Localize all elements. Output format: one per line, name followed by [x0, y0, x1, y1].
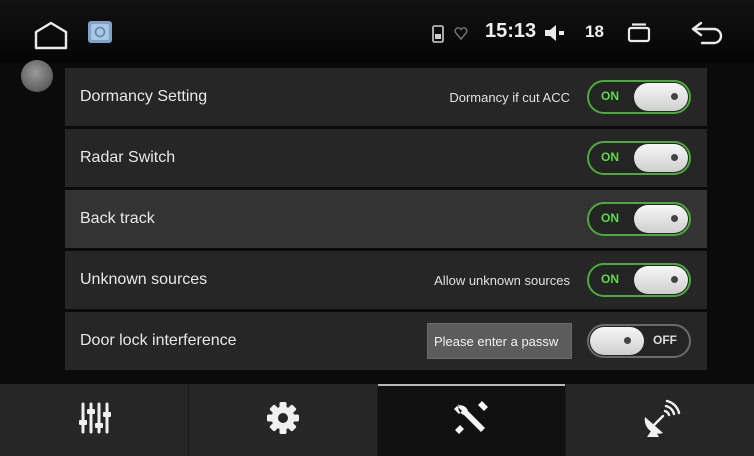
- row-door-lock-interference: Door lock interference OFF: [65, 312, 707, 370]
- tab-settings[interactable]: [189, 384, 378, 456]
- tab-navigation[interactable]: [566, 384, 754, 456]
- speaker-icon[interactable]: [543, 22, 573, 44]
- app-icon[interactable]: [87, 20, 113, 44]
- door-lock-password-input[interactable]: [427, 323, 572, 359]
- row-dormancy-setting: Dormancy Setting Dormancy if cut ACC ON: [65, 68, 707, 126]
- toggle-knob: [634, 266, 688, 294]
- satellite-dish-icon: [639, 397, 681, 444]
- toggle-state-text: OFF: [653, 333, 677, 347]
- home-icon[interactable]: [30, 18, 72, 52]
- row-label-door-lock: Door lock interference: [80, 332, 237, 349]
- volume-level: 18: [585, 22, 604, 41]
- bottom-tab-bar: [0, 384, 754, 456]
- row-label-dormancy-setting: Dormancy Setting: [80, 88, 208, 105]
- toggle-state-text: ON: [601, 150, 619, 164]
- unknown-sources-toggle[interactable]: ON: [587, 263, 691, 297]
- toggle-state-text: ON: [601, 89, 619, 103]
- row-hint-dormancy: Dormancy if cut ACC: [449, 89, 570, 105]
- toggle-knob: [634, 144, 688, 172]
- row-label-radar-switch: Radar Switch: [80, 149, 176, 166]
- row-back-track: Back track ON: [65, 190, 707, 248]
- toggle-knob: [634, 205, 688, 233]
- back-track-toggle[interactable]: ON: [587, 202, 691, 236]
- back-icon[interactable]: [688, 19, 726, 47]
- equalizer-icon: [74, 398, 114, 443]
- toggle-state-text: ON: [601, 272, 619, 286]
- radar-switch-toggle[interactable]: ON: [587, 141, 691, 175]
- settings-list: Dormancy Setting Dormancy if cut ACC ON …: [65, 68, 707, 373]
- row-hint-unknown-sources: Allow unknown sources: [434, 272, 570, 288]
- toggle-knob: [634, 83, 688, 111]
- status-bar: 15:13 18: [0, 0, 754, 62]
- dormancy-toggle[interactable]: ON: [587, 80, 691, 114]
- toggle-knob: [590, 327, 644, 355]
- row-unknown-sources: Unknown sources Allow unknown sources ON: [65, 251, 707, 309]
- row-label-back-track: Back track: [80, 210, 155, 227]
- row-label-unknown-sources: Unknown sources: [80, 271, 208, 288]
- gear-icon: [263, 398, 303, 443]
- row-radar-switch: Radar Switch ON: [65, 129, 707, 187]
- door-lock-toggle[interactable]: OFF: [587, 324, 691, 358]
- tools-icon: [450, 397, 492, 444]
- sim-icon: [430, 24, 446, 44]
- floating-assistive-ball[interactable]: [21, 60, 53, 92]
- recent-apps-icon[interactable]: [626, 22, 652, 44]
- tab-equalizer[interactable]: [0, 384, 189, 456]
- clock-time: 15:13: [485, 20, 537, 42]
- toggle-state-text: ON: [601, 211, 619, 225]
- heart-icon: [453, 24, 469, 42]
- tab-tools[interactable]: [377, 384, 567, 456]
